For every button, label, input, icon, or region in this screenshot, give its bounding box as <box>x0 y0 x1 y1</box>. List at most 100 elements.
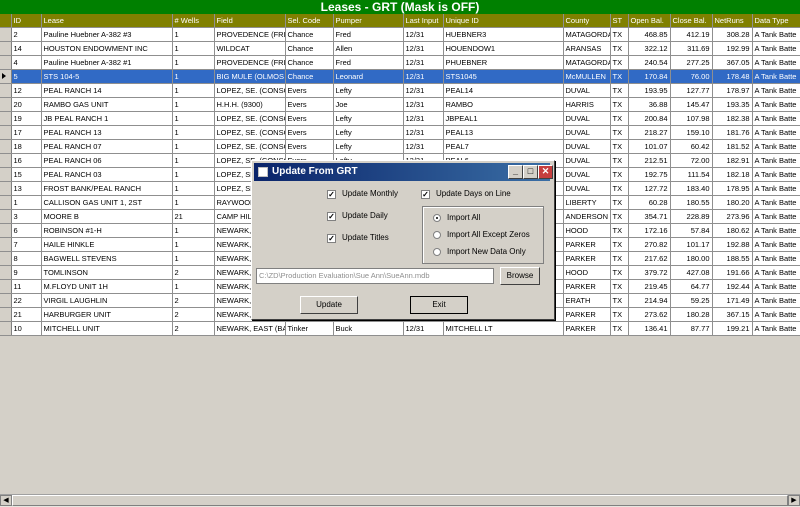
table-row[interactable]: 10 MITCHELL UNIT 2 NEWARK, EAST (BA Tinker Bu… <box>0 321 800 336</box>
table-cell[interactable]: HOOD <box>563 265 611 280</box>
import-all-except-zeros-radio[interactable]: Import All Except Zeros <box>433 230 530 240</box>
table-cell[interactable]: PHUEBNER <box>443 55 564 70</box>
table-cell[interactable]: 2 <box>172 321 215 336</box>
close-button[interactable]: ✕ <box>538 165 553 179</box>
table-cell[interactable]: 367.05 <box>712 55 753 70</box>
minimize-button[interactable]: _ <box>508 165 523 179</box>
table-cell[interactable]: A Tank Batte <box>752 195 800 210</box>
table-cell[interactable]: TX <box>610 181 629 196</box>
table-cell[interactable]: 1 <box>172 223 215 238</box>
table-cell[interactable]: PEAL13 <box>443 125 564 140</box>
table-cell[interactable]: 14 <box>11 41 42 56</box>
table-cell[interactable]: TX <box>610 97 629 112</box>
table-cell[interactable]: TX <box>610 195 629 210</box>
table-cell[interactable]: 180.62 <box>712 223 753 238</box>
table-cell[interactable]: 1 <box>172 97 215 112</box>
row-selector[interactable] <box>0 167 12 182</box>
table-cell[interactable]: 192.88 <box>712 237 753 252</box>
table-cell[interactable]: 12/31 <box>403 27 444 42</box>
table-cell[interactable]: 182.18 <box>712 167 753 182</box>
table-cell[interactable]: 178.97 <box>712 83 753 98</box>
table-cell[interactable]: TX <box>610 307 629 322</box>
table-cell[interactable]: H.H.H. (9300) <box>214 97 286 112</box>
table-cell[interactable]: 12/31 <box>403 111 444 126</box>
table-cell[interactable]: A Tank Batte <box>752 223 800 238</box>
table-cell[interactable]: Fred <box>333 55 404 70</box>
scroll-thumb[interactable] <box>12 495 788 506</box>
table-cell[interactable]: TX <box>610 223 629 238</box>
update-titles-checkbox[interactable]: ✓ Update Titles <box>327 233 389 243</box>
table-cell[interactable]: A Tank Batte <box>752 265 800 280</box>
table-cell[interactable]: Chance <box>285 41 334 56</box>
table-cell[interactable]: Tinker <box>285 321 334 336</box>
table-cell[interactable]: JBPEAL1 <box>443 111 564 126</box>
table-cell[interactable]: HARBURGER UNIT <box>41 307 173 322</box>
table-cell[interactable]: A Tank Batte <box>752 111 800 126</box>
table-cell[interactable]: BIG MULE (OLMOS E <box>214 69 286 84</box>
table-cell[interactable]: 76.00 <box>670 69 713 84</box>
table-cell[interactable]: 181.76 <box>712 125 753 140</box>
table-cell[interactable]: Chance <box>285 55 334 70</box>
table-cell[interactable]: Lefty <box>333 111 404 126</box>
table-cell[interactable]: DUVAL <box>563 153 611 168</box>
import-new-data-only-radio[interactable]: Import New Data Only <box>433 247 526 257</box>
update-button[interactable]: Update <box>300 296 358 314</box>
table-cell[interactable]: 192.75 <box>628 167 671 182</box>
table-cell[interactable]: DUVAL <box>563 83 611 98</box>
column-header[interactable]: ST <box>610 14 629 28</box>
row-selector[interactable] <box>0 125 12 140</box>
table-cell[interactable]: TX <box>610 167 629 182</box>
table-cell[interactable]: ANDERSON <box>563 209 611 224</box>
row-selector[interactable] <box>0 97 12 112</box>
table-cell[interactable]: 19 <box>11 111 42 126</box>
table-cell[interactable]: 7 <box>11 237 42 252</box>
table-cell[interactable]: PEAL RANCH 14 <box>41 83 173 98</box>
table-cell[interactable]: LOPEZ, SE. (CONSO <box>214 83 286 98</box>
table-cell[interactable]: 72.00 <box>670 153 713 168</box>
row-selector[interactable] <box>0 237 12 252</box>
table-cell[interactable]: HOUENDOW1 <box>443 41 564 56</box>
table-cell[interactable]: 57.84 <box>670 223 713 238</box>
import-all-radio[interactable]: Import All <box>433 213 480 223</box>
table-cell[interactable]: MATAGORDA <box>563 27 611 42</box>
table-cell[interactable]: 273.96 <box>712 209 753 224</box>
table-cell[interactable]: 367.15 <box>712 307 753 322</box>
table-cell[interactable]: Leonard <box>333 69 404 84</box>
table-cell[interactable]: 180.28 <box>670 307 713 322</box>
table-cell[interactable]: A Tank Batte <box>752 153 800 168</box>
row-selector[interactable] <box>0 27 12 42</box>
table-cell[interactable]: HOUSTON ENDOWMENT INC <box>41 41 173 56</box>
table-cell[interactable]: 1 <box>172 27 215 42</box>
table-cell[interactable]: TX <box>610 279 629 294</box>
table-cell[interactable]: LOPEZ, SE. (CONSO <box>214 111 286 126</box>
table-cell[interactable]: MITCHELL UNIT <box>41 321 173 336</box>
table-cell[interactable]: A Tank Batte <box>752 293 800 308</box>
table-cell[interactable]: 193.35 <box>712 97 753 112</box>
table-cell[interactable]: PEAL RANCH 03 <box>41 167 173 182</box>
table-cell[interactable]: PEAL14 <box>443 83 564 98</box>
table-cell[interactable]: 1 <box>172 251 215 266</box>
table-cell[interactable]: 217.62 <box>628 251 671 266</box>
table-cell[interactable]: 1 <box>172 125 215 140</box>
table-cell[interactable]: TX <box>610 265 629 280</box>
table-cell[interactable]: Fred <box>333 27 404 42</box>
table-cell[interactable]: 21 <box>172 209 215 224</box>
column-header[interactable]: Data Type <box>752 14 800 28</box>
table-cell[interactable]: 270.82 <box>628 237 671 252</box>
table-cell[interactable]: PARKER <box>563 307 611 322</box>
table-cell[interactable]: A Tank Batte <box>752 27 800 42</box>
table-cell[interactable]: A Tank Batte <box>752 279 800 294</box>
table-cell[interactable]: 12/31 <box>403 41 444 56</box>
table-cell[interactable]: 1 <box>172 195 215 210</box>
table-cell[interactable]: ARANSAS <box>563 41 611 56</box>
table-cell[interactable]: A Tank Batte <box>752 97 800 112</box>
update-monthly-checkbox[interactable]: ✓ Update Monthly <box>327 189 398 199</box>
table-cell[interactable]: 412.19 <box>670 27 713 42</box>
table-cell[interactable]: A Tank Batte <box>752 83 800 98</box>
row-selector[interactable] <box>0 223 12 238</box>
table-cell[interactable]: WILDCAT <box>214 41 286 56</box>
table-cell[interactable]: 1 <box>172 237 215 252</box>
table-row[interactable]: 2 Pauline Huebner A-382 #3 1 PROVEDENCE (FR… <box>0 27 800 42</box>
table-cell[interactable]: A Tank Batte <box>752 167 800 182</box>
table-cell[interactable]: 64.77 <box>670 279 713 294</box>
